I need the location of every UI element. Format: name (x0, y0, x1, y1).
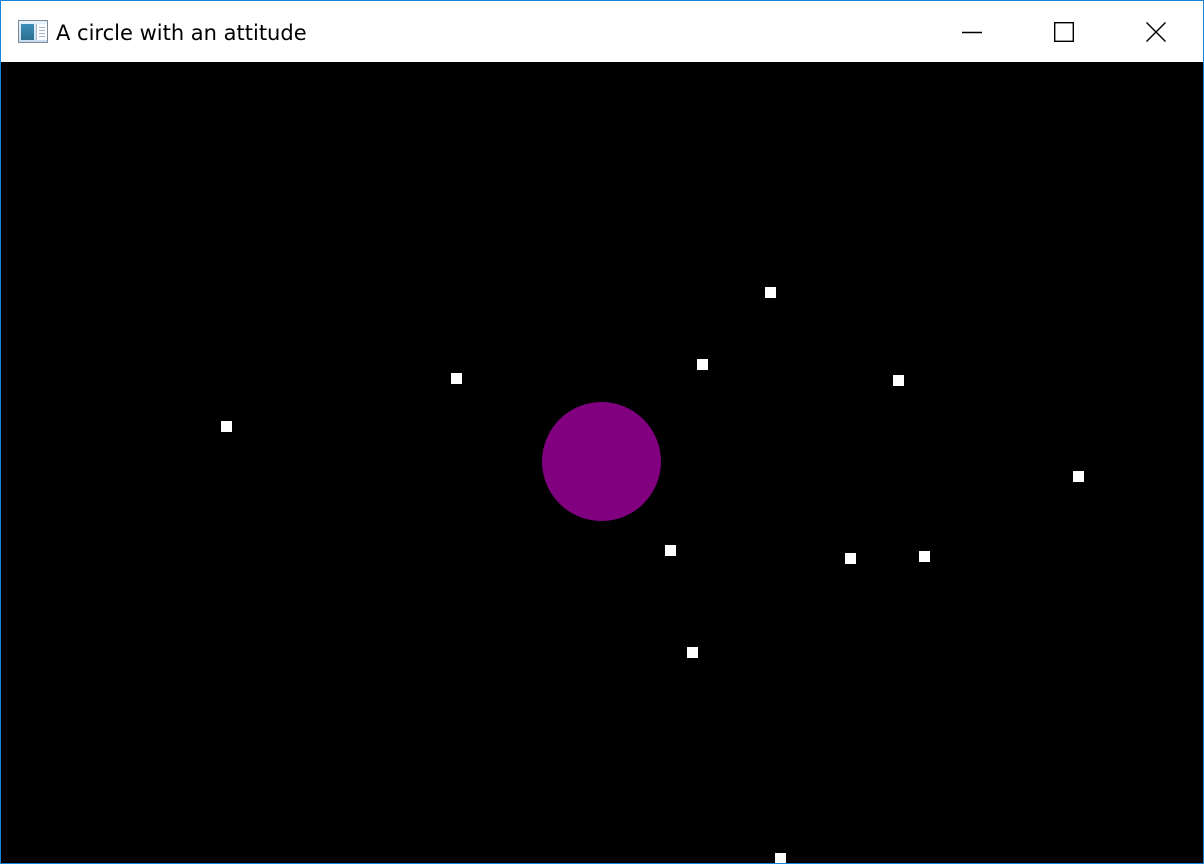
particle (765, 287, 776, 298)
app-window: A circle with an attitude (0, 0, 1204, 864)
close-button[interactable] (1110, 1, 1202, 62)
particle (1073, 471, 1084, 482)
app-icon-right-pane (36, 24, 47, 40)
maximize-icon (1054, 22, 1074, 42)
particle (775, 853, 786, 863)
particle (451, 373, 462, 384)
particle (221, 421, 232, 432)
window-title: A circle with an attitude (56, 21, 307, 45)
window-app-icon[interactable] (18, 20, 48, 43)
app-icon-left-pane (21, 24, 34, 40)
maximize-button[interactable] (1018, 1, 1110, 62)
particle (893, 375, 904, 386)
close-icon (1146, 22, 1166, 42)
particle (665, 545, 676, 556)
game-canvas[interactable] (1, 62, 1203, 863)
particle (845, 553, 856, 564)
particle (697, 359, 708, 370)
particle (687, 647, 698, 658)
particle (919, 551, 930, 562)
player-circle (542, 402, 661, 521)
title-bar[interactable]: A circle with an attitude (1, 1, 1203, 62)
minimize-icon (962, 31, 982, 34)
minimize-button[interactable] (926, 1, 1018, 62)
